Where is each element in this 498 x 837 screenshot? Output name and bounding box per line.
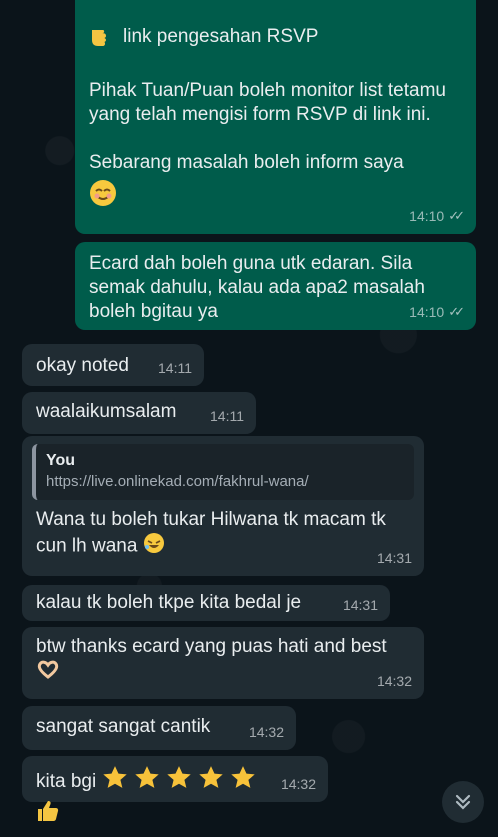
incoming-message[interactable]: sangat sangat cantik 14:32	[22, 706, 296, 750]
incoming-message[interactable]: btw thanks ecard yang puas hati and best…	[22, 627, 424, 699]
chat-area: link pengesahan RSVP Pihak Tuan/Puan bol…	[0, 0, 498, 837]
incoming-message[interactable]: okay noted 14:11	[22, 344, 204, 386]
message-meta: 14:31	[343, 593, 378, 617]
message-meta: 14:32	[377, 669, 412, 693]
heart-hands-icon	[36, 659, 60, 686]
smiling-face-icon	[89, 179, 464, 214]
message-meta: 14:31	[377, 546, 412, 570]
message-meta: 14:32	[281, 772, 316, 796]
message-text: waalaikumsalam	[36, 401, 177, 422]
outgoing-message[interactable]: link pengesahan RSVP Pihak Tuan/Puan bol…	[75, 0, 476, 234]
quoted-message[interactable]: You https://live.onlinekad.com/fakhrul-w…	[32, 444, 414, 500]
message-text: okay noted	[36, 355, 129, 376]
message-text: sangat sangat cantik	[36, 716, 211, 737]
message-text: Wana tu boleh tukar Hilwana tk macam tk …	[36, 509, 392, 557]
message-text: Ecard dah boleh guna utk edaran. Sila se…	[89, 253, 431, 322]
message-time: 14:10	[409, 208, 445, 224]
message-meta: 14:11	[158, 356, 192, 380]
backhand-index-pointing-left-icon	[89, 20, 115, 53]
star-icon	[102, 765, 128, 798]
incoming-message[interactable]: waalaikumsalam 14:11	[22, 392, 256, 434]
message-text: kita bgi	[36, 770, 97, 792]
message-time: 14:11	[158, 360, 192, 376]
incoming-message[interactable]: You https://live.onlinekad.com/fakhrul-w…	[22, 436, 424, 576]
thumbs-up-icon[interactable]	[36, 799, 60, 829]
message-meta: 14:10 ✓✓	[409, 300, 465, 324]
message-body: Wana tu boleh tukar Hilwana tk macam tk …	[32, 508, 396, 561]
message-text: kalau tk boleh tkpe kita bedal je	[36, 592, 302, 613]
quoted-sender: You	[46, 452, 76, 469]
message-time: 14:32	[280, 776, 316, 792]
incoming-message[interactable]: kalau tk boleh tkpe kita bedal je 14:31	[22, 585, 390, 621]
message-time: 14:10	[409, 304, 445, 320]
incoming-message[interactable]: kita bgi 14:32	[22, 756, 328, 802]
message-meta: 14:10 ✓✓	[409, 204, 465, 228]
quoted-link: https://live.onlinekad.com/fakhrul-wana/	[46, 473, 309, 490]
rolling-laughing-icon	[143, 532, 165, 561]
double-check-icon: ✓✓	[448, 208, 465, 223]
double-check-icon: ✓✓	[448, 304, 465, 319]
message-text: btw thanks ecard yang puas hati and best	[36, 636, 387, 657]
message-time: 14:31	[376, 550, 412, 566]
message-time: 14:11	[210, 408, 244, 424]
star-icon	[198, 765, 224, 798]
message-time: 14:31	[342, 597, 378, 613]
message-first-line: link pengesahan RSVP	[89, 20, 464, 53]
chevron-double-down-icon[interactable]	[442, 781, 484, 823]
star-icon	[230, 765, 256, 798]
message-text: Sebarang masalah boleh inform saya	[89, 152, 404, 173]
message-meta: 14:11	[210, 404, 244, 428]
star-icon	[134, 765, 160, 798]
message-meta: 14:32	[249, 720, 284, 744]
message-text: Pihak Tuan/Puan boleh monitor list tetam…	[89, 80, 452, 125]
outgoing-message[interactable]: Ecard dah boleh guna utk edaran. Sila se…	[75, 242, 476, 330]
message-text: link pengesahan RSVP	[123, 25, 319, 47]
message-time: 14:32	[376, 673, 412, 689]
message-body: kita bgi	[36, 765, 316, 798]
star-icon	[166, 765, 192, 798]
message-body: btw thanks ecard yang puas hati and best	[36, 635, 391, 686]
message-time: 14:32	[248, 724, 284, 740]
